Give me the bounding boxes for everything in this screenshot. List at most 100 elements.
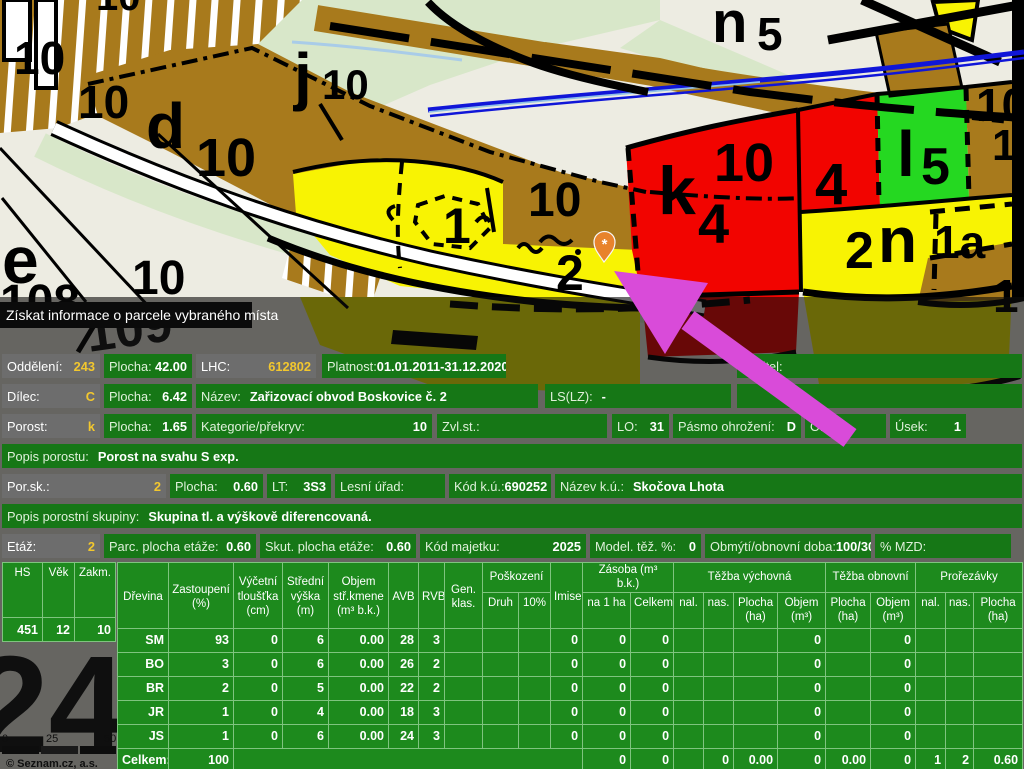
table-cell: 18 bbox=[389, 700, 419, 724]
table-cell: 0 bbox=[583, 700, 631, 724]
table-cell: 0.00 bbox=[329, 652, 389, 676]
table-cell bbox=[519, 652, 551, 676]
field-dilec: Dílec:C bbox=[2, 384, 100, 408]
table-cell: 6 bbox=[283, 628, 329, 652]
col-subheader: nas. bbox=[946, 592, 974, 628]
table-cell bbox=[826, 628, 871, 652]
table-cell bbox=[734, 724, 778, 748]
table-cell: 0 bbox=[778, 724, 826, 748]
table-cell: 451 bbox=[3, 618, 43, 642]
table-cell: 3 bbox=[419, 628, 445, 652]
col-header: Těžba obnovní bbox=[826, 563, 916, 593]
field-olh: OLH: bbox=[805, 414, 886, 438]
table-cell bbox=[916, 700, 946, 724]
table-cell: 1 bbox=[169, 724, 234, 748]
table-cell: 0 bbox=[234, 652, 283, 676]
table-cell bbox=[445, 676, 483, 700]
species-row: SM93060.0028300000 bbox=[118, 628, 1023, 652]
col-subheader: Plocha (ha) bbox=[826, 592, 871, 628]
table-cell: JR bbox=[118, 700, 169, 724]
table-cell: 0.00 bbox=[734, 748, 778, 769]
col-subheader: nas. bbox=[704, 592, 734, 628]
table-cell: BO bbox=[118, 652, 169, 676]
table-cell: 3 bbox=[419, 724, 445, 748]
table-cell bbox=[974, 700, 1023, 724]
parcel-info-panel: Oddělení:243 Plocha:42.00 LHC:612802 Pla… bbox=[0, 0, 1024, 769]
field-porost: Porost:k bbox=[2, 414, 100, 438]
col-header: Imise bbox=[551, 563, 583, 629]
table-cell: 3 bbox=[419, 700, 445, 724]
table-cell: 2 bbox=[419, 652, 445, 676]
table-cell bbox=[519, 628, 551, 652]
table-cell: SM bbox=[118, 628, 169, 652]
field-nazev: Název:Zařizovací obvod Boskovice č. 2 bbox=[196, 384, 538, 408]
col-header: Gen. klas. bbox=[445, 563, 483, 629]
col-header: RVB bbox=[419, 563, 445, 629]
table-cell: 0 bbox=[583, 724, 631, 748]
col-header: Poškození bbox=[483, 563, 551, 593]
table-cell bbox=[946, 724, 974, 748]
field-majitel-empty bbox=[737, 384, 1022, 408]
field-platnost: Platnost:01.01.2011-31.12.2020 bbox=[322, 354, 506, 378]
table-cell bbox=[483, 700, 519, 724]
table-cell bbox=[674, 628, 704, 652]
table-cell bbox=[483, 628, 519, 652]
table-cell: 0 bbox=[631, 700, 674, 724]
table-cell bbox=[704, 628, 734, 652]
col-header: Věk bbox=[43, 563, 75, 618]
field-kod-ku: Kód k.ú.:690252 bbox=[449, 474, 551, 498]
field-popis-skupiny: Popis porostní skupiny:Skupina tl. a výš… bbox=[2, 504, 1022, 528]
total-label: Celkem: bbox=[118, 748, 169, 769]
field-zvlst: Zvl.st.: bbox=[437, 414, 607, 438]
table-cell: 0.00 bbox=[826, 748, 871, 769]
table-cell: 0.60 bbox=[974, 748, 1023, 769]
col-header: Zastoupení (%) bbox=[169, 563, 234, 629]
field-kategorie: Kategorie/překryv:10 bbox=[196, 414, 432, 438]
col-header: HS bbox=[3, 563, 43, 618]
table-cell bbox=[519, 724, 551, 748]
table-cell: 24 bbox=[389, 724, 419, 748]
field-majitel: Majitel: bbox=[737, 354, 1022, 378]
table-cell bbox=[974, 676, 1023, 700]
col-header: Těžba výchovná bbox=[674, 563, 826, 593]
field-model-tez: Model. těž. %:0 bbox=[590, 534, 701, 558]
field-plocha-porost: Plocha:1.65 bbox=[104, 414, 192, 438]
field-obmyti: Obmýtí/obnovní doba:100/30 bbox=[705, 534, 871, 558]
field-lhc: LHC:612802 bbox=[196, 354, 316, 378]
table-cell: 0 bbox=[234, 628, 283, 652]
table-cell: 2 bbox=[946, 748, 974, 769]
field-usek: Úsek:1 bbox=[890, 414, 966, 438]
table-cell bbox=[704, 700, 734, 724]
stand-table-left-grid: HSVěkZakm.4511210 bbox=[2, 562, 116, 642]
table-cell bbox=[445, 724, 483, 748]
table-cell: 1 bbox=[916, 748, 946, 769]
table-cell bbox=[445, 628, 483, 652]
gis-forestry-app: 10 10 10 d 10 j 10 e 108 10 1 2 10 k 4 1… bbox=[0, 0, 1024, 769]
table-cell bbox=[445, 700, 483, 724]
field-skut-plocha: Skut. plocha etáže:0.60 bbox=[260, 534, 416, 558]
table-cell: 0 bbox=[871, 652, 916, 676]
table-cell bbox=[483, 676, 519, 700]
table-cell: 0 bbox=[778, 748, 826, 769]
field-porsk: Por.sk.:2 bbox=[2, 474, 166, 498]
table-cell bbox=[916, 676, 946, 700]
field-etaz: Etáž:2 bbox=[2, 534, 100, 558]
col-subheader: Celkem bbox=[631, 592, 674, 628]
table-cell bbox=[826, 724, 871, 748]
table-cell bbox=[704, 676, 734, 700]
table-cell bbox=[734, 628, 778, 652]
table-cell: 28 bbox=[389, 628, 419, 652]
table-cell: 0 bbox=[551, 628, 583, 652]
col-subheader: Druh bbox=[483, 592, 519, 628]
table-cell: 0 bbox=[871, 724, 916, 748]
total-row: Celkem:1000000.0000.000120.60 bbox=[118, 748, 1023, 769]
table-cell: 0.00 bbox=[329, 724, 389, 748]
table-cell bbox=[445, 652, 483, 676]
table-cell bbox=[946, 676, 974, 700]
merged-cell bbox=[234, 748, 583, 769]
table-cell: 2 bbox=[419, 676, 445, 700]
table-cell: 0 bbox=[631, 628, 674, 652]
field-lt: LT:3S3 bbox=[267, 474, 331, 498]
table-cell bbox=[519, 700, 551, 724]
field-parc-plocha: Parc. plocha etáže:0.60 bbox=[104, 534, 256, 558]
